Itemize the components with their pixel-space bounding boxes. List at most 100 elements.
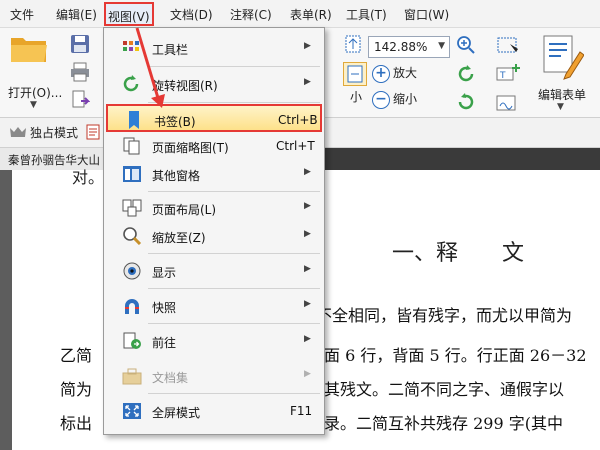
focus-mode-label: 独占模式 [30, 126, 79, 140]
zoom-level-select[interactable]: 142.88% ▼ [368, 36, 450, 58]
submenu-arrow-icon: ▶ [304, 41, 311, 51]
svg-text:T: T [499, 71, 506, 81]
view-menu-item-other-panes[interactable]: 其他窗格 ▶ [106, 160, 322, 188]
fit-page-icon[interactable] [343, 34, 363, 54]
focus-mode-button[interactable]: 独占模式 [10, 124, 78, 141]
submenu-arrow-icon: ▶ [304, 299, 311, 309]
edit-form-icon[interactable] [540, 34, 584, 82]
view-menu-item-label: 全屏模式 [152, 406, 201, 420]
page-text-line: 简为 [60, 380, 93, 399]
menu-separator [148, 253, 320, 254]
menu-separator [148, 191, 320, 192]
zoom-magnifier-icon [123, 227, 142, 245]
chevron-down-icon: ▼ [438, 41, 445, 51]
view-menu-item-label: 其他窗格 [152, 169, 201, 183]
menu-view[interactable]: 视图(V) [104, 2, 154, 26]
open-folder-icon[interactable] [10, 34, 48, 64]
view-menu-item-label: 旋转视图(R) [152, 79, 218, 93]
rotate-view-icon [123, 75, 139, 92]
zoom-in-button[interactable]: + 放大 [372, 64, 417, 83]
view-menu-item-toolbar[interactable]: 工具栏 ▶ [106, 34, 322, 62]
menu-window[interactable]: 窗口(W) [404, 6, 449, 23]
signature-icon[interactable] [496, 92, 522, 114]
view-menu-item-label: 工具栏 [152, 43, 189, 57]
edit-form-label[interactable]: 编辑表单 [538, 86, 586, 103]
view-menu-item-page-layout[interactable]: 页面布局(L) ▶ [106, 194, 322, 222]
view-menu-item-rotate-view[interactable]: 旋转视图(R) ▶ [106, 70, 322, 98]
select-text-icon[interactable] [496, 34, 522, 56]
menu-document[interactable]: 文档(D) [170, 6, 213, 23]
print-icon[interactable] [70, 62, 90, 82]
fit-width-icon[interactable] [343, 62, 367, 86]
export-icon[interactable] [70, 90, 90, 110]
bookmark-icon [129, 111, 139, 129]
view-menu-item-zoom-to[interactable]: 缩放至(Z) ▶ [106, 222, 322, 250]
view-menu-item-page-thumbnails[interactable]: 页面缩略图(T) Ctrl+T [106, 132, 322, 160]
zoom-out-label: 缩小 [393, 92, 418, 106]
zoom-level-value: 142.88% [374, 40, 428, 54]
page-text-line: 乙简 [60, 346, 93, 365]
zoom-out-button[interactable]: − 缩小 [372, 90, 417, 109]
save-icon[interactable] [70, 34, 90, 54]
view-menu-item-shortcut: Ctrl+B [278, 113, 318, 127]
view-menu-item-document-set: 文档集 ▶ [106, 362, 322, 390]
document-list-icon[interactable] [86, 124, 100, 140]
page-layout-icon [122, 199, 142, 217]
view-menu-item-fullscreen[interactable]: 全屏模式 F11 [106, 397, 322, 425]
fullscreen-icon [123, 403, 141, 419]
page-text-line: 不全相同，皆有残字，而尤以甲简为 [316, 306, 573, 325]
submenu-arrow-icon: ▶ [304, 201, 311, 211]
small-label: 小 [350, 90, 363, 104]
view-menu-dropdown: 工具栏 ▶ 旋转视图(R) ▶ 书签(B) Ctrl+B 页面缩略图(T) Ct… [103, 27, 325, 435]
submenu-arrow-icon: ▶ [304, 264, 311, 274]
menu-form[interactable]: 表单(R) [290, 6, 332, 23]
crown-icon [10, 127, 26, 137]
menu-separator [148, 288, 320, 289]
page-text-line: 面 6 行，背面 5 行。行正面 26－32 [324, 346, 587, 365]
open-dropdown-caret[interactable]: ▼ [30, 100, 37, 110]
menu-separator [148, 323, 320, 324]
view-menu-item-label: 缩放至(Z) [152, 231, 206, 245]
menu-tools[interactable]: 工具(T) [346, 6, 387, 23]
goto-page-icon [123, 332, 141, 349]
menu-separator [148, 102, 320, 103]
menu-separator [148, 393, 320, 394]
panes-icon [123, 166, 141, 182]
view-menu-item-goto[interactable]: 前往 ▶ [106, 327, 322, 355]
menu-edit[interactable]: 编辑(E) [56, 6, 97, 23]
view-menu-item-label: 前往 [152, 336, 177, 350]
display-eye-icon [123, 262, 141, 280]
view-menu-item-shortcut: F11 [290, 404, 313, 418]
view-menu-item-label: 快照 [152, 301, 177, 315]
zoom-in-label: 放大 [393, 66, 418, 80]
submenu-arrow-icon: ▶ [304, 334, 311, 344]
menu-file[interactable]: 文件 [10, 6, 34, 23]
rotate-left-icon[interactable] [456, 64, 476, 84]
zoom-tool-icon[interactable] [456, 35, 476, 55]
menu-annotation[interactable]: 注释(C) [230, 6, 272, 23]
page-heading: 一、释 文 [392, 241, 525, 266]
view-menu-item-label: 文档集 [152, 371, 189, 385]
submenu-arrow-icon: ▶ [304, 77, 311, 87]
submenu-arrow-icon: ▶ [304, 167, 311, 177]
submenu-arrow-icon: ▶ [304, 369, 311, 379]
zoom-out-icon: − [372, 90, 390, 109]
view-menu-item-bookmarks[interactable]: 书签(B) Ctrl+B [106, 104, 322, 132]
edit-form-dropdown-caret[interactable]: ▼ [557, 102, 564, 112]
page-thumbnails-icon [123, 137, 140, 155]
view-menu-item-label: 页面缩略图(T) [152, 141, 229, 155]
view-menu-item-snapshot[interactable]: 快照 ▶ [106, 292, 322, 320]
page-text-line: 其残文。二简不同之字、通假字以 [324, 380, 565, 399]
view-menu-item-shortcut: Ctrl+T [276, 139, 315, 153]
page-text-line: 录。二简互补共残存 299 字(其中 [324, 414, 563, 433]
menu-separator [148, 66, 320, 67]
text-field-icon[interactable]: T [496, 62, 522, 84]
submenu-arrow-icon: ▶ [304, 229, 311, 239]
snapshot-icon [125, 299, 139, 314]
view-menu-item-display[interactable]: 显示 ▶ [106, 257, 322, 285]
toolbar-grid-icon [123, 41, 139, 51]
page-text-fragment: 对。 [72, 168, 105, 187]
rotate-right-icon[interactable] [456, 92, 476, 112]
open-button-label[interactable]: 打开(O)... [8, 84, 62, 101]
view-menu-item-label: 书签(B) [154, 115, 196, 129]
